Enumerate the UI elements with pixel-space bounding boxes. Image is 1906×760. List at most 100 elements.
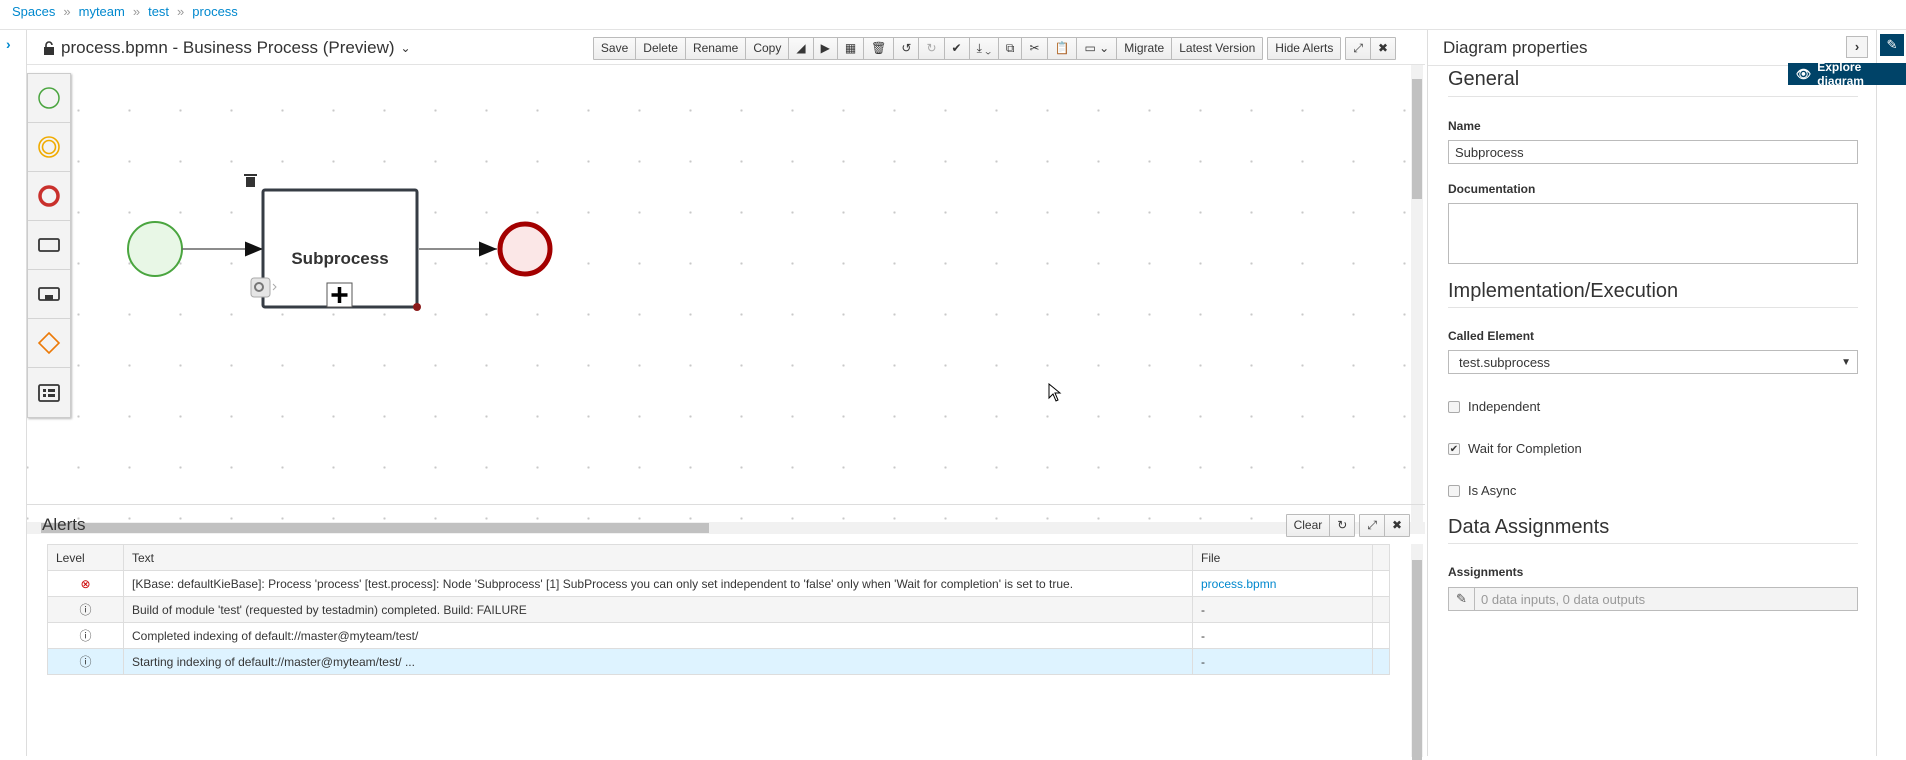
migrate-button[interactable]: Migrate [1117, 38, 1173, 59]
section-general: General [1448, 68, 1520, 90]
column-header-file[interactable]: File [1192, 544, 1373, 571]
subprocess-label: Subprocess [291, 249, 388, 268]
process-editor: process.bpmn - Business Process (Preview… [27, 30, 1425, 760]
view-menu-icon[interactable]: ▭ ⌄ [1077, 38, 1118, 59]
maximize-icon[interactable]: ⤢ [1360, 515, 1385, 536]
name-label: Name [1448, 119, 1481, 133]
clear-alerts-button[interactable]: Clear [1287, 515, 1331, 536]
info-icon: ⓘ [79, 655, 92, 669]
documentation-textarea[interactable] [1448, 203, 1858, 264]
breadcrumb-spaces[interactable]: Spaces [12, 4, 55, 19]
close-icon[interactable]: ✖ [1385, 515, 1409, 536]
alert-file: - [1192, 648, 1373, 675]
alert-file-link[interactable]: process.bpmn [1201, 577, 1276, 591]
maximize-icon[interactable]: ⤢ [1346, 38, 1371, 59]
alert-text: [KBase: defaultKieBase]: Process 'proces… [123, 570, 1193, 597]
delete-button[interactable]: Delete [636, 38, 686, 59]
wait-for-completion-label: Wait for Completion [1468, 441, 1582, 456]
breadcrumb-test[interactable]: test [148, 4, 169, 19]
column-header-extra [1372, 544, 1390, 571]
editor-title-text: process.bpmn - Business Process (Preview… [61, 38, 395, 57]
edit-assignments-icon[interactable]: ✎ [1449, 588, 1475, 610]
collapse-panel-button[interactable]: › [1846, 36, 1868, 58]
error-icon: ⊗ [80, 576, 91, 591]
resize-handle[interactable] [413, 303, 421, 311]
chevron-down-icon: ⌄ [400, 41, 411, 55]
save-button[interactable]: Save [594, 38, 637, 59]
name-input[interactable]: Subprocess [1448, 140, 1858, 164]
bpmn-diagram: Subprocess [127, 174, 553, 311]
documentation-label: Documentation [1448, 182, 1536, 196]
trash-icon[interactable] [244, 174, 257, 187]
left-sidebar: › [0, 30, 27, 756]
independent-checkbox[interactable]: Independent [1448, 399, 1540, 414]
assignments-label: Assignments [1448, 565, 1524, 579]
alert-text: Completed indexing of default://master@m… [123, 622, 1193, 649]
start-event[interactable] [127, 221, 183, 277]
alerts-title: Alerts [42, 515, 86, 534]
eraser-icon[interactable]: ◢ [789, 38, 814, 59]
right-toolbar: ✎ [1877, 30, 1906, 756]
expand-sidebar-chevron-icon[interactable]: › [6, 36, 11, 52]
is-async-label: Is Async [1468, 483, 1517, 498]
end-event[interactable] [497, 221, 553, 277]
info-icon: ⓘ [79, 629, 92, 643]
cut-icon[interactable]: ✂ [1022, 38, 1048, 59]
column-header-level[interactable]: Level [47, 544, 124, 571]
refresh-icon[interactable]: ↻ [1330, 515, 1354, 536]
validate-check-icon[interactable]: ✔ [945, 38, 970, 59]
alerts-vertical-scrollbar[interactable] [1411, 544, 1423, 760]
copy-icon[interactable]: ⧉ [999, 38, 1023, 59]
section-implementation: Implementation/Execution [1448, 280, 1679, 302]
breadcrumb-separator: » [177, 4, 185, 19]
latest-version-dropdown[interactable]: Latest Version [1172, 38, 1262, 59]
assignments-field[interactable]: ✎ 0 data inputs, 0 data outputs [1448, 587, 1858, 611]
hide-alerts-button[interactable]: Hide Alerts [1268, 38, 1340, 59]
called-element-select[interactable]: test.subprocess ▼ [1448, 350, 1858, 374]
properties-panel: Diagram properties › General Name Subpro… [1427, 30, 1877, 756]
section-data-assignments: Data Assignments [1448, 516, 1610, 538]
alerts-panel: Alerts Clear ↻ ⤢ ✖ Level Text File ⊗ [KBase… [27, 504, 1425, 760]
table-row[interactable]: ⓘ Starting indexing of default://master@m… [47, 648, 1390, 675]
table-row[interactable]: ⓘ Completed indexing of default://master@… [47, 622, 1390, 649]
lane-icon [38, 383, 60, 402]
breadcrumb-separator: » [132, 4, 141, 19]
called-element-label: Called Element [1448, 329, 1535, 343]
grid-icon[interactable]: ▦ [838, 38, 865, 59]
eye-icon: 👁 [1796, 67, 1812, 81]
editor-toolbar: Save Delete Rename Copy ◢ ▶ ▦ 🗑 ↺ ↻ ✔ ⤓ … [592, 37, 1396, 60]
play-icon[interactable]: ▶ [814, 38, 838, 59]
dropdown-arrow-icon: ▼ [1841, 356, 1851, 368]
wait-for-completion-checkbox[interactable]: ✔ Wait for Completion [1448, 441, 1582, 456]
paste-icon[interactable]: 📋 [1048, 38, 1078, 59]
mouse-cursor-icon [1048, 383, 1062, 402]
undo-icon[interactable]: ↺ [894, 38, 920, 59]
edit-properties-icon[interactable]: ✎ [1880, 34, 1904, 56]
diagram-canvas[interactable]: Subprocess [27, 65, 1425, 534]
alerts-table: Level Text File ⊗ [KBase: defaultKieBase]… [47, 544, 1390, 675]
editor-title[interactable]: process.bpmn - Business Process (Preview… [43, 38, 411, 58]
explore-diagram-button[interactable]: 👁 Explore diagram [1788, 60, 1906, 88]
assignments-value: 0 data inputs, 0 data outputs [1481, 591, 1646, 607]
called-element-value: test.subprocess [1459, 354, 1551, 370]
table-row[interactable]: ⊗ [KBase: defaultKieBase]: Process 'proce… [47, 570, 1390, 597]
breadcrumb-process[interactable]: process [192, 4, 238, 19]
download-icon[interactable]: ⤓ ⌄ [970, 38, 999, 59]
lock-icon [44, 41, 54, 55]
properties-title: Diagram properties [1443, 38, 1588, 57]
close-icon[interactable]: ✖ [1371, 38, 1395, 59]
column-header-text[interactable]: Text [123, 544, 1193, 571]
breadcrumb-myteam[interactable]: myteam [79, 4, 125, 19]
is-async-checkbox[interactable]: Is Async [1448, 483, 1516, 498]
palette-lane[interactable] [28, 368, 70, 417]
alert-file: - [1192, 622, 1373, 649]
copy-button[interactable]: Copy [746, 38, 790, 59]
info-icon: ⓘ [79, 603, 92, 617]
trash-icon[interactable]: 🗑 [864, 38, 895, 59]
redo-icon[interactable]: ↻ [919, 38, 945, 59]
alert-file: - [1192, 596, 1373, 623]
table-row[interactable]: ⓘ Build of module 'test' (requested by te… [47, 596, 1390, 623]
alert-text: Build of module 'test' (requested by tes… [123, 596, 1193, 623]
canvas-vertical-scrollbar[interactable] [1411, 65, 1423, 523]
rename-button[interactable]: Rename [686, 38, 747, 59]
